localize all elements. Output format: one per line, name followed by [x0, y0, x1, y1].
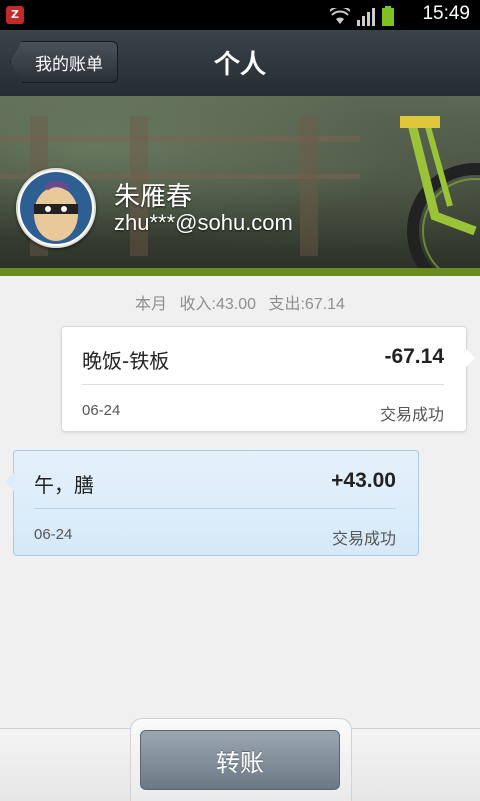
user-email: zhu***@sohu.com	[114, 210, 293, 235]
banner-divider	[0, 268, 480, 276]
status-bar: Z 15:49	[0, 0, 480, 30]
battery-icon	[382, 6, 394, 26]
transaction-title: 晚饭-铁板	[82, 349, 170, 373]
app-notification-icon: Z	[6, 6, 24, 24]
title-bar: 我的账单 个人	[0, 30, 480, 97]
summary-income: 收入:43.00	[179, 296, 257, 313]
transaction-date: 06-24	[82, 402, 121, 419]
card-divider	[34, 508, 396, 509]
transaction-card[interactable]: 午，膳 +43.00 06-24 交易成功	[5, 450, 419, 556]
transaction-amount: +43.00	[331, 469, 396, 492]
avatar-image	[20, 172, 92, 244]
summary-expense: 支出:67.14	[268, 296, 345, 313]
transaction-status: 交易成功	[331, 529, 396, 548]
bicycle-image	[400, 116, 480, 268]
transfer-button[interactable]: 转账	[140, 730, 340, 790]
transaction-date: 06-24	[34, 526, 73, 543]
summary-period: 本月	[135, 296, 168, 313]
user-name: 朱雁春	[114, 182, 193, 212]
wifi-icon	[330, 8, 350, 24]
bubble-tail	[466, 349, 475, 367]
page-title: 个人	[213, 50, 266, 80]
transaction-amount: -67.14	[384, 345, 444, 368]
transaction-card[interactable]: 晚饭-铁板 -67.14 06-24 交易成功	[61, 326, 475, 432]
clock: 15:49	[422, 3, 470, 24]
transaction-title: 午，膳	[34, 473, 94, 497]
transaction-status: 交易成功	[379, 405, 444, 424]
monthly-summary: 本月 收入:43.00 支出:67.14	[0, 290, 480, 314]
avatar[interactable]	[16, 168, 96, 248]
profile-banner: 朱雁春 zhu***@sohu.com	[0, 96, 480, 268]
card-divider	[82, 384, 444, 385]
background-post	[300, 116, 318, 256]
signal-icon	[357, 8, 375, 26]
bubble-tail	[5, 473, 14, 491]
status-icons	[330, 4, 394, 26]
